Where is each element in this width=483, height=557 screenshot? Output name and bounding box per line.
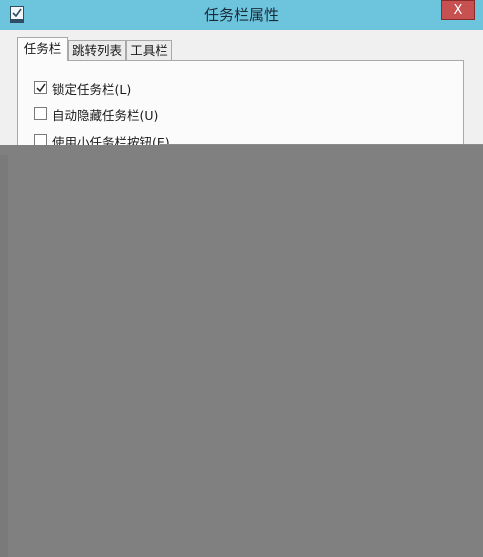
tab-jump-lists[interactable]: 跳转列表	[68, 40, 126, 60]
close-button[interactable]: X	[441, 0, 475, 20]
taskbar-properties-window: 任务栏属性 X 任务栏 跳转列表 工具栏 锁定任务栏(L) 自动隐藏任务栏(U)	[0, 0, 483, 557]
tab-toolbars[interactable]: 工具栏	[126, 40, 172, 60]
auto-hide-label: 自动隐藏任务栏(U)	[52, 108, 159, 123]
window-title: 任务栏属性	[203, 6, 279, 24]
left-shade-strip	[0, 155, 8, 557]
lock-taskbar-label: 锁定任务栏(L)	[52, 82, 132, 97]
tab-taskbar[interactable]: 任务栏	[17, 37, 68, 61]
gray-overlay	[0, 145, 483, 557]
title-bar[interactable]: 任务栏属性 X	[0, 0, 483, 30]
auto-hide-checkbox[interactable]	[34, 107, 47, 120]
lock-taskbar-checkbox[interactable]	[34, 81, 47, 94]
